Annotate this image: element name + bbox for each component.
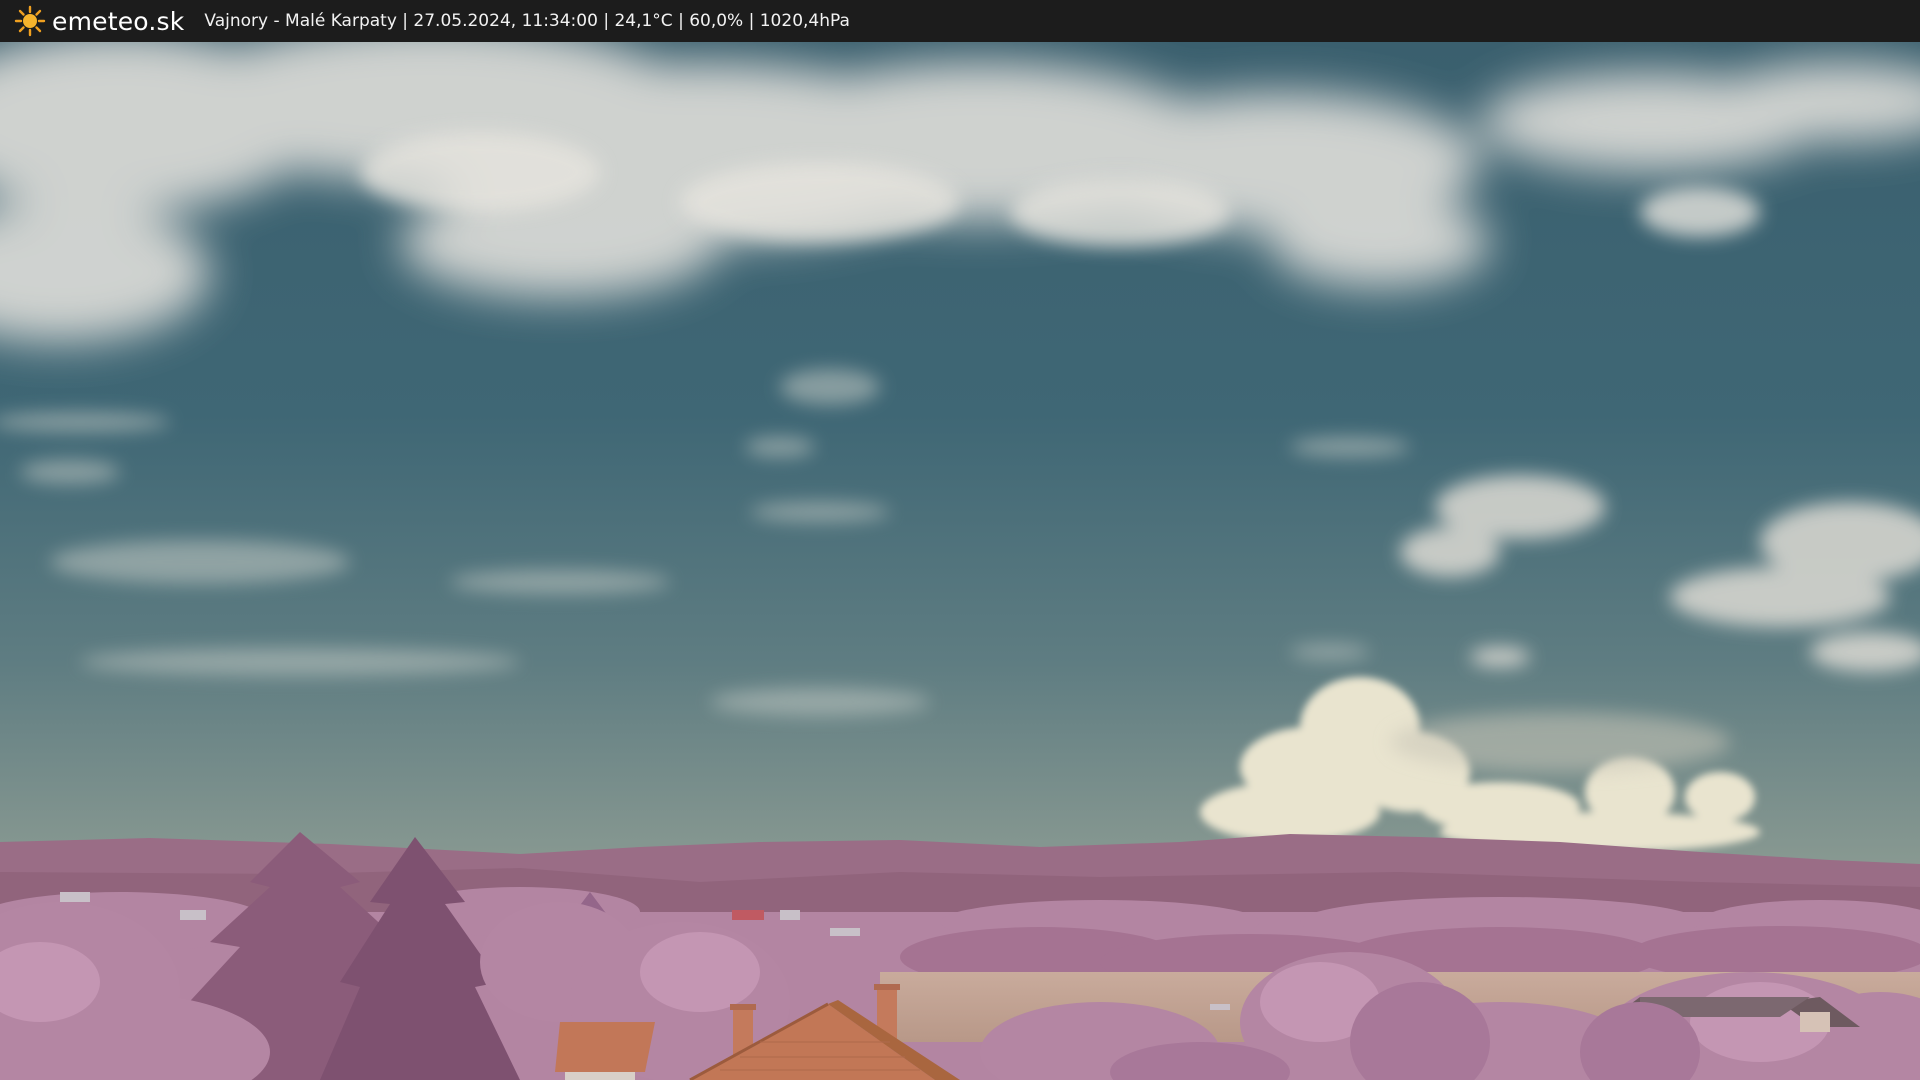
webcam-frame: emeteo.sk Vajnory - Malé Karpaty | 27.05… [0,0,1920,1080]
webcam-image [0,42,1920,1080]
header-bar: emeteo.sk Vajnory - Malé Karpaty | 27.05… [0,0,1920,42]
site-logo[interactable]: emeteo.sk [14,0,184,42]
sun-icon [14,5,46,37]
brand-name[interactable]: emeteo.sk [52,7,184,36]
station-info: Vajnory - Malé Karpaty | 27.05.2024, 11:… [204,11,850,31]
cumulus-haze [1390,712,1730,772]
small-house [555,1022,655,1080]
red-roof-distant [732,910,764,920]
